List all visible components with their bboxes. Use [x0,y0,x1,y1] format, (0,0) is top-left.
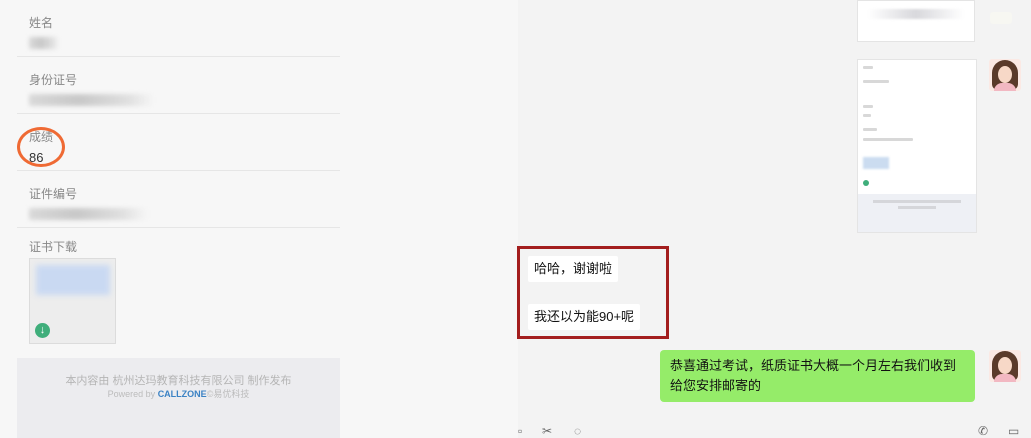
certificate-download-label: 证书下载 [29,240,78,254]
score-annotation-circle [17,127,65,167]
body-shape [994,83,1016,91]
redacted-name [29,37,59,49]
powered-by-line: Powered by CALLZONE©易优科技 [17,387,340,400]
body-shape [994,374,1016,382]
card-preview [858,60,976,194]
download-icon [863,180,869,186]
phone-icon[interactable]: ✆ [978,424,988,438]
certificate-preview [36,265,110,295]
face-shape [998,66,1012,83]
shared-page-card[interactable] [857,59,977,233]
certificate-field-list: 姓名 身份证号 成绩 86 证件编号 [17,0,340,228]
certificate-thumbnail[interactable]: ↓ [29,258,116,344]
publisher-footer: 本内容由 杭州达玛教育科技有限公司 制作发布 Powered by CALLZO… [17,358,340,438]
chat-toolbar: ▫ ✂ ◌ ✆ ▭ [518,424,1031,438]
certificate-detail-panel: 姓名 身份证号 成绩 86 证件编号 证书下载 ↓ 本内容由 杭州达玛教育科技有… [0,0,518,438]
faded-bubble [990,12,1012,24]
powered-suffix: ©易优科技 [206,389,250,399]
incoming-message[interactable]: 哈哈，谢谢啦 [528,256,619,282]
incoming-message[interactable]: 我还以为能90+呢 [528,304,641,330]
field-label: 姓名 [29,16,54,30]
sender-avatar[interactable] [989,59,1021,91]
redacted-certificate-number [29,208,147,220]
field-name: 姓名 [17,0,340,57]
shared-page-card-partial[interactable] [857,0,975,42]
brand-name: CALLZONE [157,389,207,399]
field-certificate-number: 证件编号 [17,171,340,228]
card-footer [868,9,964,19]
powered-prefix: Powered by [107,389,158,399]
scissors-icon[interactable]: ✂ [542,424,552,438]
outgoing-message[interactable]: 恭喜通过考试，纸质证书大概一个月左右我们收到给您安排邮寄的 [660,350,975,402]
redacted-id-number [29,94,154,106]
video-icon[interactable]: ▭ [1008,424,1019,438]
face-shape [998,357,1012,374]
chat-bubble-icon[interactable]: ◌ [574,424,581,438]
folder-icon[interactable]: ▫ [518,424,522,438]
field-label: 证件编号 [29,187,78,201]
field-id-number: 身份证号 [17,57,340,114]
download-icon[interactable]: ↓ [35,323,50,338]
card-footer [858,194,976,232]
card-certificate-preview [863,157,889,169]
field-label: 身份证号 [29,73,78,87]
sender-avatar[interactable] [989,350,1021,382]
field-score: 成绩 86 [17,114,340,171]
publisher-line: 本内容由 杭州达玛教育科技有限公司 制作发布 [65,375,292,387]
